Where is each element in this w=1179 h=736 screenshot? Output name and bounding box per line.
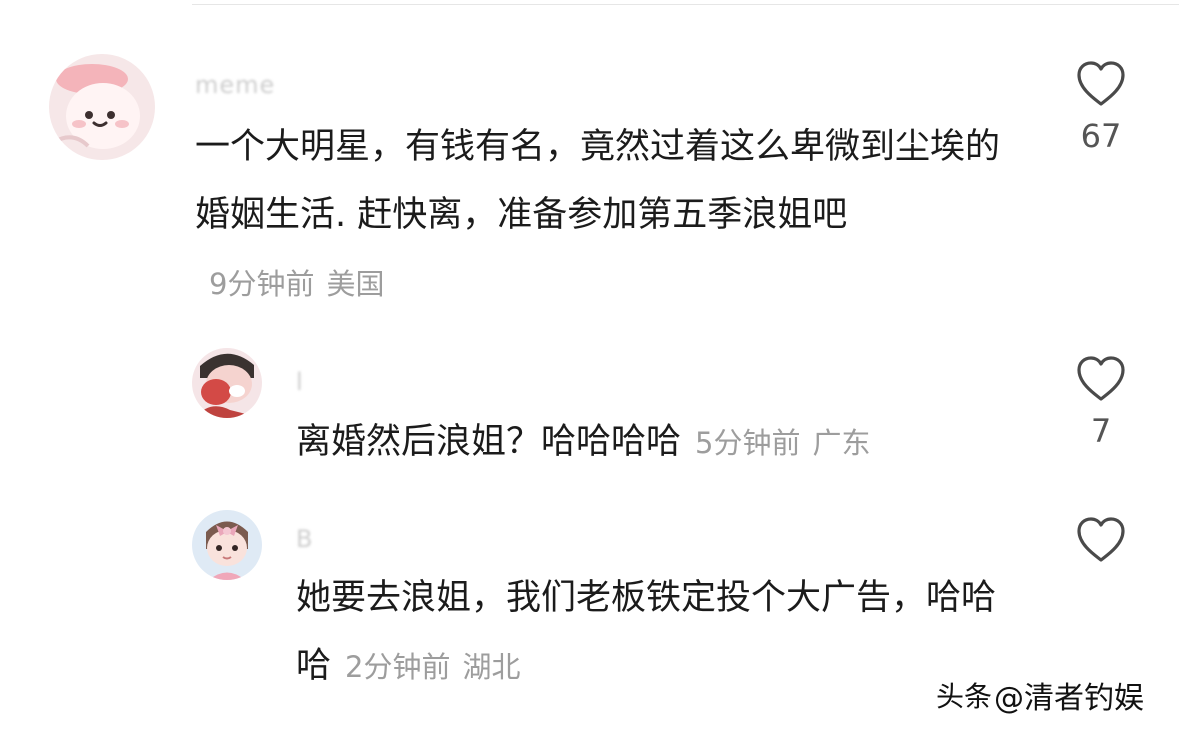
reply-time: 5分钟前	[695, 426, 801, 460]
comment-text: 一个大明星，有钱有名，竟然过着这么卑微到尘埃的婚姻生活. 赶快离，准备参加第五季…	[195, 127, 1001, 235]
watermark-handle: @清者钓娱	[994, 681, 1145, 716]
avatar-image	[49, 54, 155, 160]
avatar-image	[192, 348, 262, 418]
like-button[interactable]: 67	[1066, 60, 1136, 154]
heart-outline-icon	[1077, 356, 1125, 401]
avatar-image	[192, 510, 262, 580]
reply-username[interactable]: l	[296, 368, 304, 396]
comment-meta: 9分钟前 美国	[209, 267, 384, 301]
like-count: 67	[1080, 117, 1122, 155]
comment-thread: meme 一个大明星，有钱有名，竟然过着这么卑微到尘埃的婚姻生活. 赶快离，准备…	[0, 0, 1179, 736]
heart-outline-icon	[1077, 517, 1125, 562]
comment-username[interactable]: meme	[195, 71, 275, 99]
reply-meta: 5分钟前 广东	[695, 426, 870, 460]
comment-body: 一个大明星，有钱有名，竟然过着这么卑微到尘埃的婚姻生活. 赶快离，准备参加第五季…	[195, 113, 1015, 318]
reply-location: 广东	[812, 426, 871, 460]
watermark-prefix: 头条	[936, 680, 993, 713]
watermark: 头条 @清者钓娱	[936, 670, 1166, 720]
reply-time: 2分钟前	[345, 650, 451, 684]
avatar[interactable]	[192, 348, 262, 418]
comment-item: meme 一个大明星，有钱有名，竟然过着这么卑微到尘埃的婚姻生活. 赶快离，准备…	[0, 0, 1179, 320]
reply-username[interactable]: B	[296, 525, 313, 553]
reply-meta: 2分钟前 湖北	[345, 650, 520, 684]
avatar[interactable]	[192, 510, 262, 580]
reply-body: 离婚然后浪姐？哈哈哈哈 5分钟前 广东	[296, 408, 1036, 477]
like-button[interactable]	[1066, 516, 1136, 574]
comment-time: 9分钟前	[209, 267, 315, 301]
reply-item: l 离婚然后浪姐？哈哈哈哈 5分钟前 广东 7	[0, 320, 1179, 490]
reply-body: 她要去浪姐，我们老板铁定投个大广告，哈哈哈 2分钟前 湖北	[296, 564, 1016, 701]
heart-outline-icon	[1077, 61, 1125, 106]
like-count: 7	[1090, 412, 1112, 450]
like-button[interactable]: 7	[1066, 355, 1136, 449]
reply-location: 湖北	[462, 650, 521, 684]
reply-text: 离婚然后浪姐？哈哈哈哈	[296, 422, 682, 462]
avatar[interactable]	[49, 54, 155, 160]
comment-location: 美国	[326, 267, 385, 301]
